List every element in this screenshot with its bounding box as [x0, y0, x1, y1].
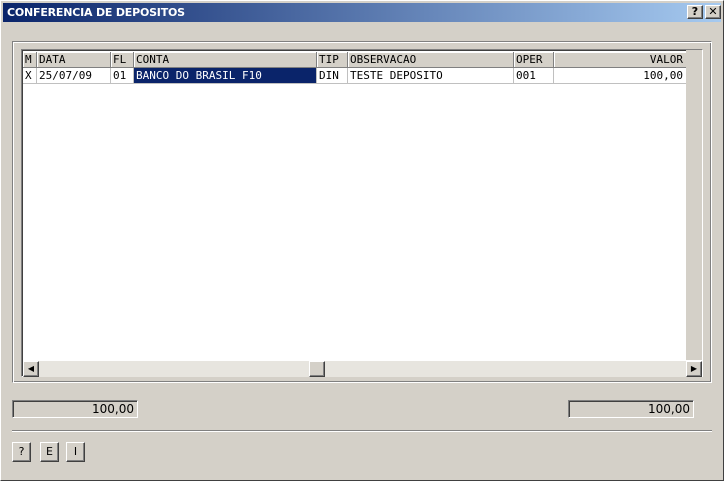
column-header-conta[interactable]: CONTA: [134, 52, 317, 68]
horizontal-scrollbar[interactable]: ◀ ▶: [23, 361, 702, 377]
column-header-oper[interactable]: OPER: [514, 52, 554, 68]
cell-observacao[interactable]: TESTE DEPOSITO: [348, 68, 514, 84]
help-button[interactable]: ?: [12, 442, 31, 462]
table-row[interactable]: X 25/07/09 01 BANCO DO BRASIL F10 DIN TE…: [23, 68, 687, 84]
total-left-field: 100,00: [12, 400, 138, 418]
deposits-grid[interactable]: M DATA FL CONTA TIP OBSERVACAO OPER VALO…: [21, 49, 703, 377]
help-title-button[interactable]: ?: [687, 5, 703, 19]
i-button[interactable]: I: [66, 442, 85, 462]
column-header-m[interactable]: M: [23, 52, 37, 68]
column-header-valor[interactable]: VALOR: [554, 52, 687, 68]
column-header-data[interactable]: DATA: [37, 52, 111, 68]
cell-valor[interactable]: 100,00: [554, 68, 687, 84]
conferencia-window: CONFERENCIA DE DEPOSITOS ? ✕ M DATA FL C…: [0, 0, 724, 481]
column-header-tip[interactable]: TIP: [317, 52, 348, 68]
cell-m[interactable]: X: [23, 68, 37, 84]
column-header-fl[interactable]: FL: [111, 52, 134, 68]
total-right-field: 100,00: [568, 400, 694, 418]
scroll-right-icon[interactable]: ▶: [686, 361, 702, 377]
vertical-scrollbar-area: [686, 50, 702, 360]
cell-tip[interactable]: DIN: [317, 68, 348, 84]
title-bar[interactable]: CONFERENCIA DE DEPOSITOS ? ✕: [3, 3, 721, 22]
scroll-left-icon[interactable]: ◀: [23, 361, 39, 377]
close-button[interactable]: ✕: [705, 5, 721, 19]
grid-header: M DATA FL CONTA TIP OBSERVACAO OPER VALO…: [23, 52, 687, 68]
cell-oper[interactable]: 001: [514, 68, 554, 84]
scroll-thumb[interactable]: [309, 361, 325, 377]
window-title: CONFERENCIA DE DEPOSITOS: [7, 6, 185, 19]
column-header-observacao[interactable]: OBSERVACAO: [348, 52, 514, 68]
cell-data[interactable]: 25/07/09: [37, 68, 111, 84]
cell-conta[interactable]: BANCO DO BRASIL F10: [134, 68, 317, 84]
separator-line: [12, 430, 712, 432]
e-button[interactable]: E: [40, 442, 59, 462]
cell-fl[interactable]: 01: [111, 68, 134, 84]
